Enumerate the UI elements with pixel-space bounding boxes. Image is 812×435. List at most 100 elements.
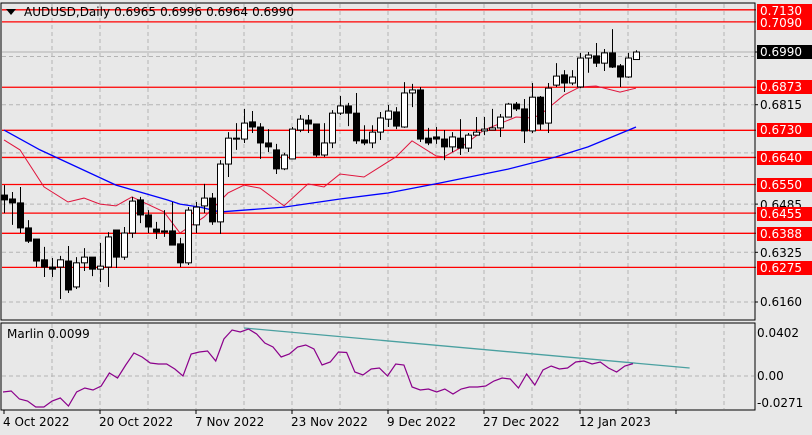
price-tick: 0.6325 [760,246,802,260]
candlesticks [1,29,640,299]
bearish-candle [313,123,320,156]
bearish-candle [521,108,528,132]
indicator-tick: -0.0271 [757,396,804,410]
bearish-candle [137,199,144,216]
bullish-candle [105,236,112,268]
bearish-candle [25,227,32,242]
bullish-candle [369,131,376,144]
bid-price-label: 0.6990 [757,45,812,59]
bearish-candle [425,137,432,144]
bullish-candle [73,262,80,288]
indicator-border [0,322,756,411]
bullish-candle [385,110,392,120]
open-value: 0.6965 [114,5,157,19]
bearish-candle [9,198,16,204]
bullish-candle [321,142,328,156]
bullish-candle [473,131,480,136]
bullish-candle [505,103,512,118]
chart-canvas[interactable] [0,0,812,435]
bullish-candle [497,116,504,129]
bullish-candle [633,51,640,61]
date-label: 9 Dec 2022 [387,415,457,429]
bearish-candle [353,112,360,142]
bearish-candle [345,105,352,114]
bullish-candle [297,118,304,131]
bearish-candle [593,55,600,64]
date-label: 20 Oct 2022 [99,415,174,429]
bearish-candle [441,138,448,148]
bullish-candle [601,52,608,64]
bullish-candle [241,122,248,140]
date-label: 27 Dec 2022 [483,415,560,429]
bullish-candle [409,89,416,94]
bearish-candle [33,238,40,262]
bullish-candle [337,105,344,114]
high-value: 0.6996 [160,5,203,19]
marlin-indicator [2,327,690,408]
bearish-candle [513,103,520,110]
symbol-label: AUDUSD,Daily [24,5,111,19]
bearish-candle [89,256,96,270]
price-tick: 0.6160 [760,295,802,309]
bullish-candle [553,75,560,86]
horizontal-levels [2,9,756,269]
low-value: 0.6964 [206,5,249,19]
bearish-candle [209,197,216,223]
bearish-candle [273,149,280,170]
grid [2,4,754,409]
bullish-candle [465,134,472,149]
indicator-title: Marlin 0.0099 [7,327,90,341]
bullish-candle [577,57,584,88]
bearish-candle [145,214,152,228]
bullish-candle [57,259,64,268]
bearish-candle [49,266,56,270]
bullish-candle [281,154,288,170]
indicator-tick: 0.00 [757,369,784,383]
level-label: 0.6873 [757,80,812,94]
level-label: 0.6640 [757,151,812,165]
bearish-candle [41,259,48,268]
close-value: 0.6990 [252,5,295,19]
bullish-candle [377,117,384,133]
bearish-candle [177,243,184,264]
bullish-candle [97,265,104,270]
level-label: 0.6455 [757,207,812,221]
bullish-candle [129,200,136,234]
date-label: 4 Oct 2022 [3,415,70,429]
level-label: 0.6275 [757,261,812,275]
bullish-candle [329,112,336,144]
bullish-candle [217,163,224,223]
bearish-candle [617,65,624,78]
bearish-candle [457,137,464,149]
date-label: 7 Nov 2022 [195,415,265,429]
indicator-tick: 0.0402 [757,326,799,340]
bearish-candle [169,230,176,246]
bearish-candle [393,111,400,127]
date-label: 23 Nov 2022 [291,415,368,429]
bullish-candle [401,92,408,128]
marlin-line [2,328,634,408]
bullish-candle [545,87,552,124]
collapse-triangle-icon[interactable] [6,9,16,15]
bullish-candle [529,96,536,132]
bullish-candle [481,128,488,132]
bullish-candle [625,57,632,78]
bullish-candle [489,127,496,131]
bearish-candle [153,228,160,233]
bullish-candle [585,54,592,59]
level-label: 0.6550 [757,178,812,192]
bullish-candle [185,209,192,264]
chart-title: AUDUSD,Daily 0.6965 0.6996 0.6964 0.6990 [6,5,294,19]
bearish-candle [257,126,264,144]
bearish-candle [233,137,240,140]
bearish-candle [17,202,24,229]
bullish-candle [121,232,128,258]
bearish-candle [417,89,424,140]
bearish-candle [561,74,568,84]
bearish-candle [433,136,440,140]
bearish-candle [609,52,616,68]
price-tick: 0.6815 [760,98,802,112]
bullish-candle [225,137,232,165]
bullish-candle [193,206,200,226]
bearish-candle [1,194,8,201]
